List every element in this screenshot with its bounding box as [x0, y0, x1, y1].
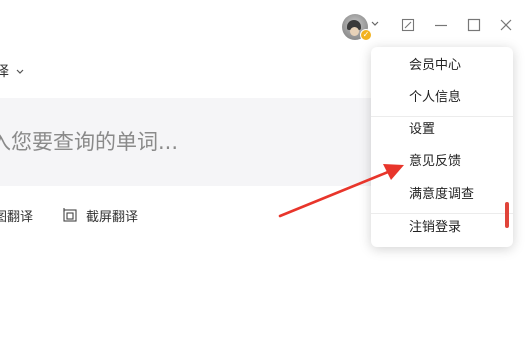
chevron-down-icon: [16, 69, 24, 74]
screenshot-translate-icon: [63, 208, 77, 222]
language-selector[interactable]: 译: [0, 62, 25, 80]
scroll-accent: [505, 202, 509, 228]
account-dropdown-menu: 会员中心 个人信息 设置 意见反馈 满意度调查 注销登录: [371, 47, 513, 247]
menu-item-feedback[interactable]: 意见反馈: [371, 148, 513, 176]
menu-item-survey[interactable]: 满意度调查: [371, 181, 513, 209]
menu-item-profile[interactable]: 个人信息: [371, 84, 513, 112]
close-icon[interactable]: [498, 17, 514, 33]
avatar-face: [350, 27, 359, 36]
menu-item-logout[interactable]: 注销登录: [371, 214, 513, 242]
menu-item-settings[interactable]: 设置: [371, 116, 513, 144]
minimize-icon[interactable]: [433, 17, 449, 33]
maximize-icon[interactable]: [466, 17, 482, 33]
vip-badge: ✓: [360, 29, 372, 41]
language-label: 译: [0, 64, 9, 80]
search-input[interactable]: [0, 98, 370, 186]
screenshot-translate-label: 截屏翻译: [86, 209, 139, 225]
image-translate-button[interactable]: 图翻译: [0, 204, 33, 226]
search-box: [0, 98, 380, 186]
screenshot-translate-button[interactable]: 截屏翻译: [62, 204, 138, 226]
menu-item-vip-center[interactable]: 会员中心: [371, 52, 513, 80]
compact-mode-icon[interactable]: [400, 17, 416, 33]
chevron-down-icon[interactable]: [369, 17, 381, 29]
image-translate-label: 图翻译: [0, 209, 34, 225]
title-bar: ✓: [0, 0, 532, 50]
